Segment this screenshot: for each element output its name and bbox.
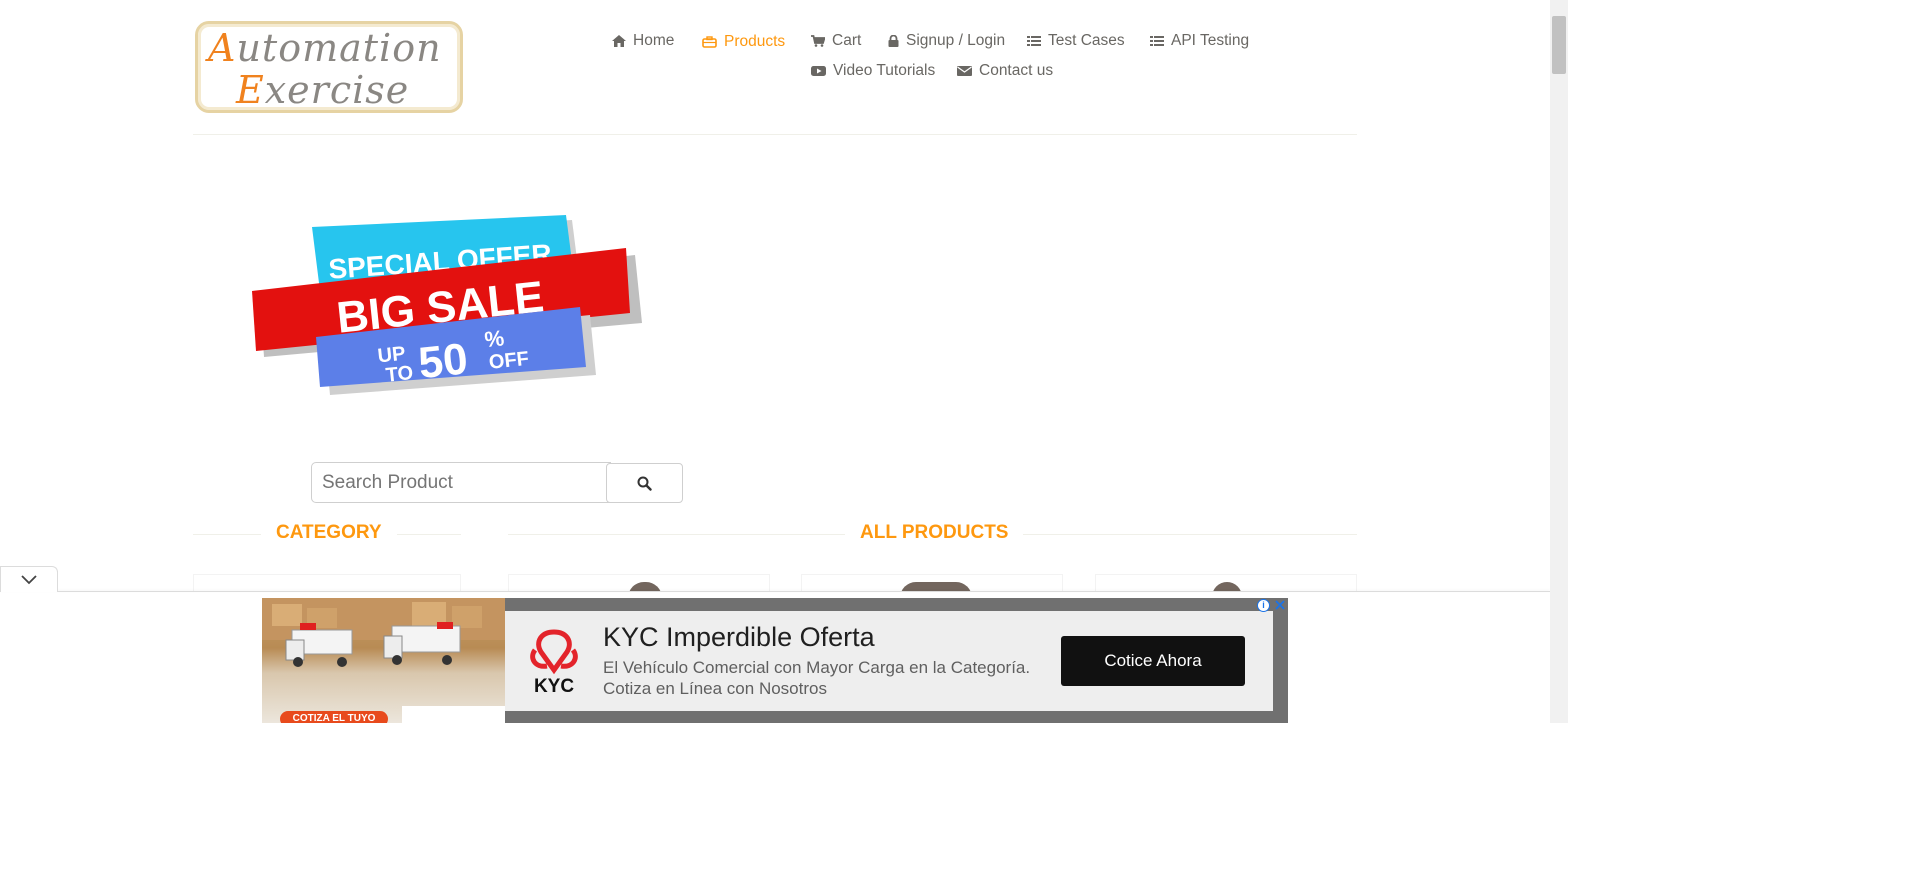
nav-home-label: Home: [633, 32, 675, 49]
header-divider: [193, 134, 1357, 135]
search-input[interactable]: [311, 462, 611, 503]
ad-photo-tag: COTIZA EL TUYO: [280, 711, 388, 723]
scrollbar-thumb[interactable]: [1552, 16, 1566, 74]
ad-container-border: [0, 591, 1550, 592]
ad-subtitle-line-2: Cotiza en Línea con Nosotros: [603, 679, 827, 698]
nav-contact-us[interactable]: Contact us: [957, 62, 1053, 80]
kyc-logo-text: KYC: [534, 676, 574, 694]
category-title: CATEGORY: [261, 522, 397, 544]
nav-test-cases-label: Test Cases: [1048, 32, 1125, 49]
search-button[interactable]: [606, 463, 683, 503]
banner-percent-sign: %: [483, 325, 505, 352]
logo-line-1: Automation: [208, 26, 442, 70]
ad-title: KYC Imperdible Oferta: [603, 622, 875, 652]
youtube-play-icon: [811, 66, 826, 76]
site-logo[interactable]: Automation Exercise: [195, 21, 463, 113]
ad-subtitle: El Vehículo Comercial con Mayor Carga en…: [603, 657, 1030, 699]
banner-off: OFF: [488, 348, 530, 374]
all-products-title: ALL PRODUCTS: [845, 522, 1024, 544]
truck-illustration: [262, 598, 505, 723]
nav-video-tutorials[interactable]: Video Tutorials: [811, 62, 935, 80]
page-scrollbar[interactable]: [1550, 0, 1568, 723]
list-icon: [1027, 36, 1041, 46]
ad-collapse-toggle[interactable]: [0, 566, 58, 592]
sale-banner: SPECIAL OFFER BIG SALE UP TO 50 % OFF: [252, 215, 642, 395]
nav-home[interactable]: Home: [612, 32, 674, 50]
nav-cart[interactable]: Cart: [811, 32, 861, 50]
ad-truck-image: COTIZA EL TUYO: [262, 598, 505, 723]
home-icon: [612, 35, 626, 47]
nav-api-testing[interactable]: API Testing: [1150, 32, 1249, 50]
nav-contact-us-label: Contact us: [979, 62, 1054, 79]
ad-close-icon[interactable]: [1273, 598, 1287, 612]
banner-to: TO: [385, 362, 415, 387]
nav-test-cases[interactable]: Test Cases: [1027, 32, 1125, 50]
nav-products[interactable]: Products: [702, 33, 785, 51]
nav-signup-login-label: Signup / Login: [906, 32, 1006, 49]
nav-video-tutorials-label: Video Tutorials: [833, 62, 936, 79]
ad-subtitle-line-1: El Vehículo Comercial con Mayor Carga en…: [603, 658, 1031, 677]
banner-percent: 50: [416, 334, 470, 388]
briefcase-icon: [702, 36, 717, 48]
nav-cart-label: Cart: [832, 32, 862, 49]
ad-info-icon[interactable]: i: [1257, 599, 1270, 612]
logo-line-2: Exercise: [236, 68, 410, 112]
search-icon: [637, 476, 652, 491]
nav-signup-login[interactable]: Signup / Login: [888, 32, 1005, 50]
envelope-icon: [957, 66, 972, 76]
kyc-logo: KYC: [530, 629, 578, 694]
cart-icon: [811, 35, 825, 47]
nav-products-label: Products: [724, 33, 786, 50]
lock-icon: [888, 35, 899, 47]
chevron-down-icon: [21, 574, 37, 584]
nav-api-testing-label: API Testing: [1171, 32, 1250, 49]
ad-cta-button[interactable]: Cotice Ahora: [1061, 636, 1245, 686]
list-icon: [1150, 36, 1164, 46]
